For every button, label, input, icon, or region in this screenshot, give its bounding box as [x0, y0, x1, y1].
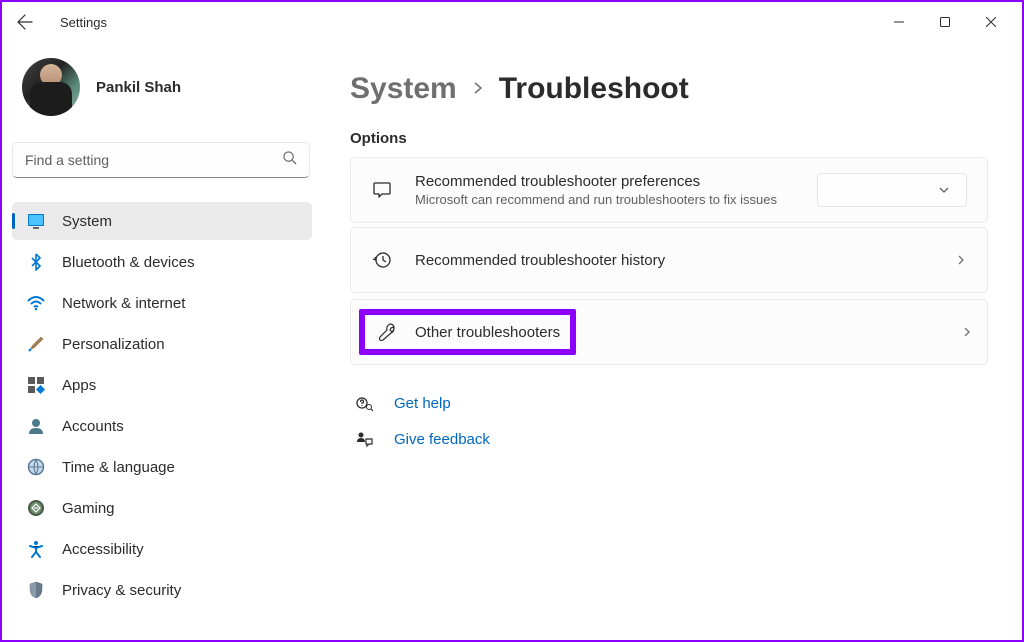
give-feedback-link[interactable]: Give feedback [350, 429, 988, 449]
chevron-down-icon [938, 184, 950, 196]
sidebar-item-time-language[interactable]: Time & language [12, 448, 312, 486]
sidebar-item-label: Gaming [62, 500, 115, 517]
feedback-icon [354, 429, 374, 449]
profile-section[interactable]: Pankil Shah [12, 50, 312, 134]
title-bar: Settings [2, 2, 1022, 42]
arrow-left-icon [17, 14, 33, 30]
sidebar-item-label: Accessibility [62, 541, 144, 558]
card-recommended-history[interactable]: Recommended troubleshooter history [350, 227, 988, 293]
accessibility-icon [26, 539, 46, 559]
sidebar-item-gaming[interactable]: Gaming [12, 489, 312, 527]
preferences-dropdown[interactable] [817, 173, 967, 207]
sidebar-item-label: Bluetooth & devices [62, 254, 195, 271]
help-icon [354, 393, 374, 413]
sidebar-item-label: Apps [62, 377, 96, 394]
close-icon [986, 17, 996, 27]
close-button[interactable] [968, 6, 1014, 38]
shield-icon [26, 580, 46, 600]
sidebar-item-privacy-security[interactable]: Privacy & security [12, 571, 312, 609]
search-box[interactable] [12, 142, 310, 178]
breadcrumb-parent[interactable]: System [350, 72, 457, 106]
get-help-link[interactable]: Get help [350, 393, 988, 413]
wrench-icon [375, 321, 397, 343]
nav-list: System Bluetooth & devices Network & int… [12, 202, 312, 609]
sidebar-item-label: Time & language [62, 459, 175, 476]
profile-name: Pankil Shah [96, 79, 181, 96]
sidebar-item-label: Network & internet [62, 295, 185, 312]
card-desc: Microsoft can recommend and run troubles… [415, 192, 795, 207]
display-icon [26, 211, 46, 231]
sidebar-item-accounts[interactable]: Accounts [12, 407, 312, 445]
back-button[interactable] [10, 7, 40, 37]
maximize-icon [940, 17, 950, 27]
gaming-icon [26, 498, 46, 518]
sidebar-item-label: System [62, 213, 112, 230]
sidebar-item-accessibility[interactable]: Accessibility [12, 530, 312, 568]
help-links: Get help Give feedback [350, 393, 988, 449]
chat-icon [371, 179, 393, 201]
highlight-annotation: Other troubleshooters [359, 309, 576, 355]
person-icon [26, 416, 46, 436]
paintbrush-icon [26, 334, 46, 354]
minimize-button[interactable] [876, 6, 922, 38]
bluetooth-icon [26, 252, 46, 272]
sidebar-item-label: Accounts [62, 418, 124, 435]
card-title: Other troubleshooters [415, 324, 560, 341]
breadcrumb: System Troubleshoot [350, 72, 988, 106]
maximize-button[interactable] [922, 6, 968, 38]
globe-clock-icon [26, 457, 46, 477]
card-title: Recommended troubleshooter history [415, 252, 933, 269]
avatar [22, 58, 80, 116]
chevron-right-icon [471, 79, 485, 100]
apps-icon [26, 375, 46, 395]
sidebar-item-personalization[interactable]: Personalization [12, 325, 312, 363]
sidebar-item-bluetooth[interactable]: Bluetooth & devices [12, 243, 312, 281]
card-recommended-preferences[interactable]: Recommended troubleshooter preferences M… [350, 157, 988, 223]
chevron-right-icon [955, 254, 967, 266]
card-title: Recommended troubleshooter preferences [415, 173, 795, 190]
sidebar-item-network[interactable]: Network & internet [12, 284, 312, 322]
history-icon [371, 249, 393, 271]
sidebar: Pankil Shah System Bluetooth & [2, 42, 322, 640]
card-other-troubleshooters[interactable]: Other troubleshooters [350, 299, 988, 365]
sidebar-item-label: Personalization [62, 336, 165, 353]
wifi-icon [26, 293, 46, 313]
breadcrumb-current: Troubleshoot [499, 72, 689, 106]
chevron-right-icon [961, 326, 973, 338]
sidebar-item-apps[interactable]: Apps [12, 366, 312, 404]
minimize-icon [894, 17, 904, 27]
sidebar-item-label: Privacy & security [62, 582, 181, 599]
search-input[interactable] [25, 152, 282, 168]
window-controls [876, 6, 1014, 38]
get-help-label: Get help [394, 395, 451, 412]
options-header: Options [350, 130, 988, 147]
sidebar-item-system[interactable]: System [12, 202, 312, 240]
give-feedback-label: Give feedback [394, 431, 490, 448]
window-title: Settings [60, 15, 107, 30]
search-icon [282, 150, 297, 170]
main-content: System Troubleshoot Options Recommended … [322, 42, 1022, 640]
